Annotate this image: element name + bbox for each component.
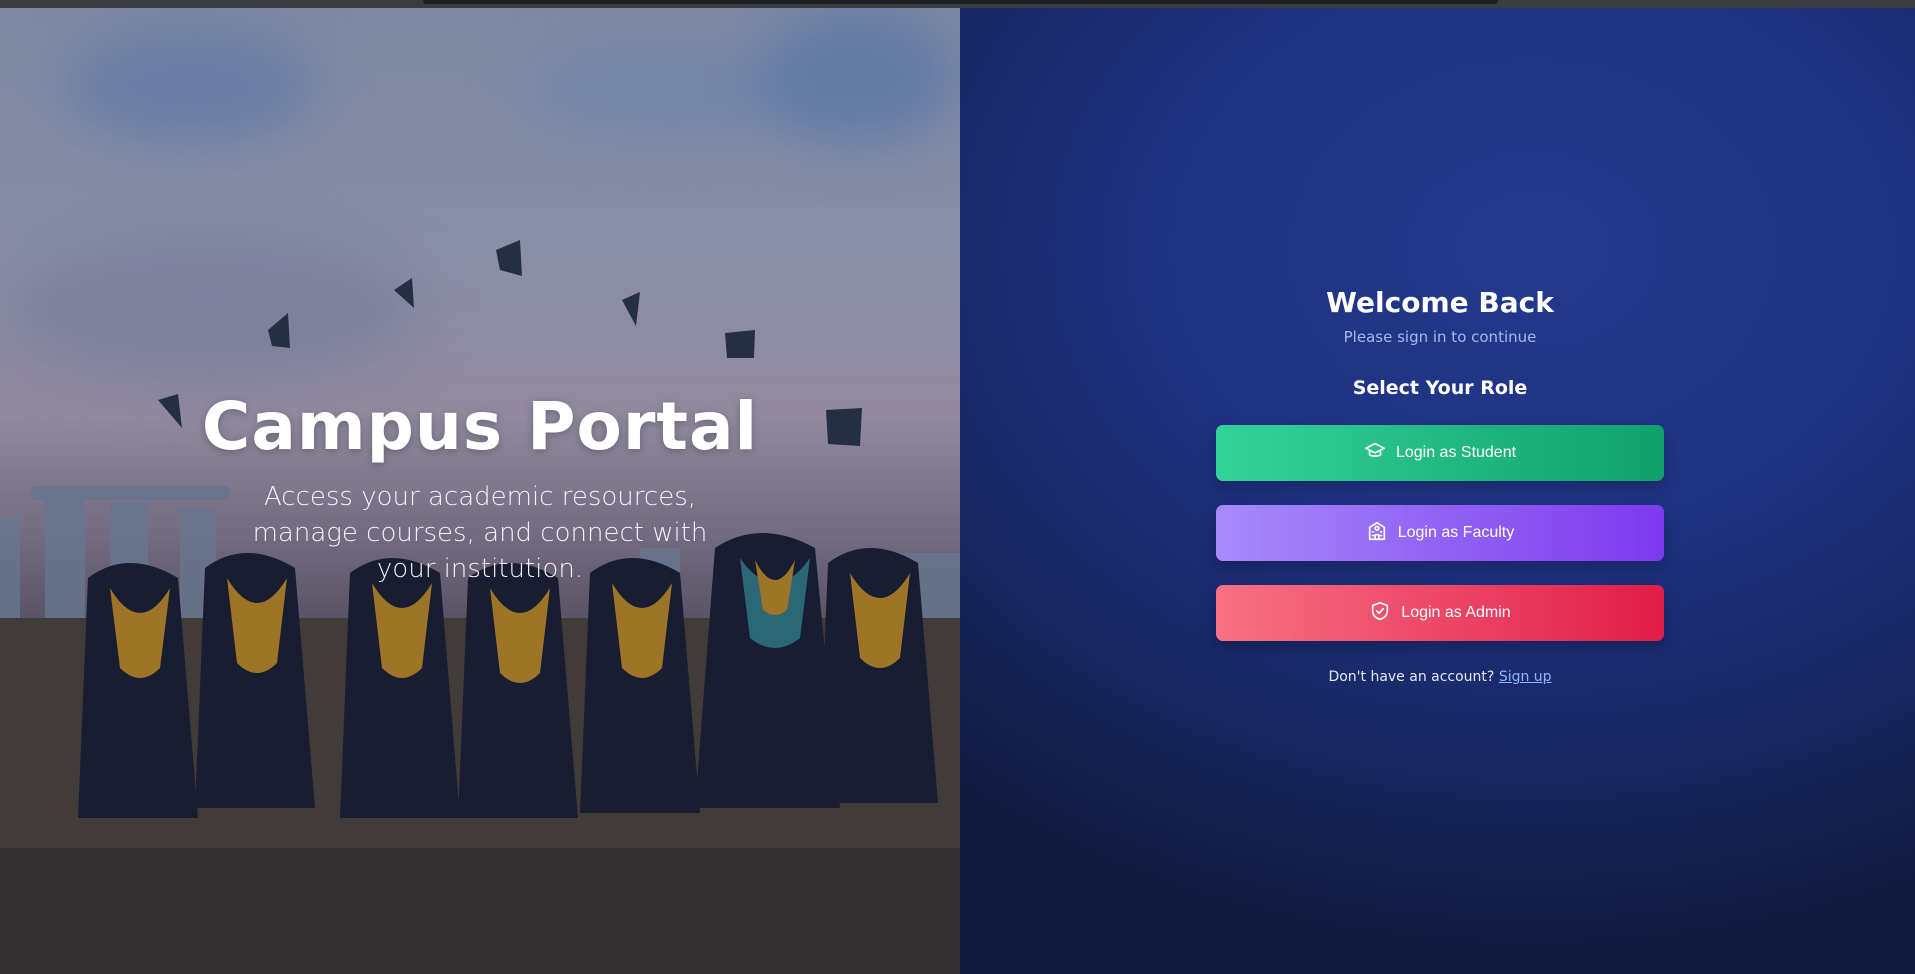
hero-text: Campus Portal Access your academic resou… [0,383,960,587]
login-panel: Welcome Back Please sign in to continue … [960,8,1915,974]
signup-prompt-text: Don't have an account? [1328,669,1495,685]
login-student-button[interactable]: Login as Student [1216,425,1664,481]
signup-prompt: Don't have an account? Sign up [1216,669,1664,685]
login-faculty-label: Login as Faculty [1397,524,1515,541]
login-faculty-button[interactable]: Login as Faculty [1216,505,1664,561]
select-role-heading: Select Your Role [1352,377,1528,399]
graduation-cap-icon [1364,440,1386,467]
login-page: Campus Portal Access your academic resou… [0,8,1915,974]
login-admin-button[interactable]: Login as Admin [1216,585,1664,641]
horizontal-scrollbar[interactable] [423,0,1498,4]
login-student-label: Login as Student [1395,444,1517,461]
hero-subtitle: Access your academic resources, manage c… [252,482,708,584]
school-building-icon [1366,520,1388,547]
hero-title: Campus Portal [201,388,759,465]
signup-link[interactable]: Sign up [1499,669,1552,685]
browser-top-bar [0,0,1915,8]
login-admin-label: Login as Admin [1401,604,1511,621]
shield-check-icon [1369,600,1391,627]
welcome-heading: Welcome Back [1326,286,1554,319]
hero-panel: Campus Portal Access your academic resou… [0,8,960,974]
welcome-subtitle: Please sign in to continue [1343,328,1537,346]
login-card: Welcome Back Please sign in to continue … [1216,285,1664,685]
